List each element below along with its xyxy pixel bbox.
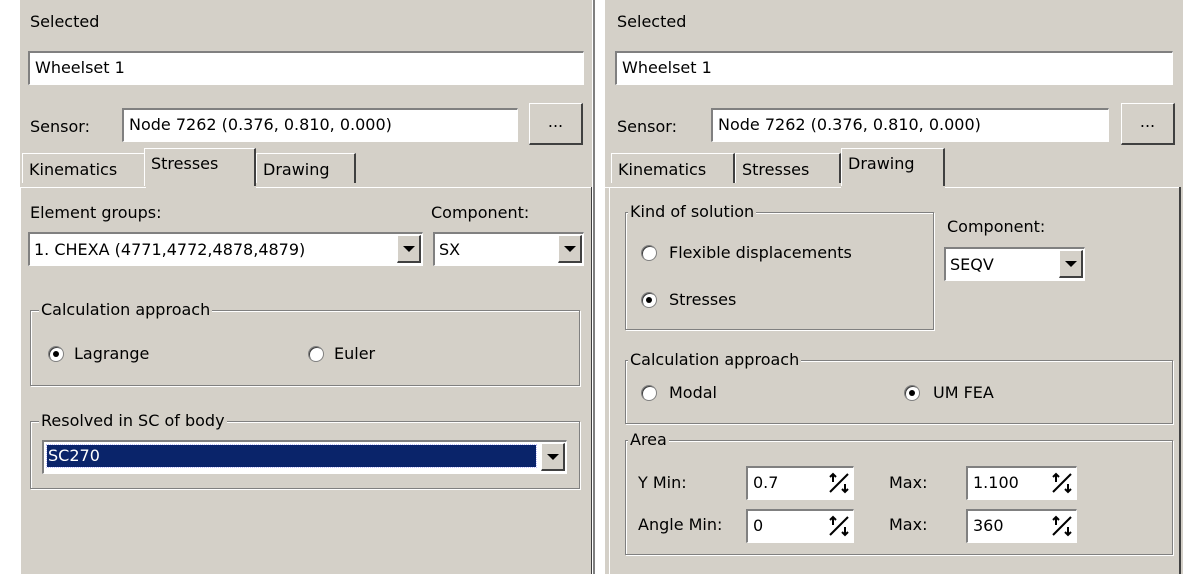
spin-updown-icon[interactable]: [827, 471, 851, 495]
tab-stresses-label: Stresses: [151, 154, 219, 173]
calculation-approach-title: Calculation approach: [39, 300, 213, 320]
um-fea-label[interactable]: UM FEA: [933, 383, 994, 403]
right-panel: Selected Wheelset 1 Sensor: Node 7262 (0…: [605, 0, 1183, 574]
calculation-approach-group: Calculation approach Lagrange Euler: [30, 300, 580, 386]
flexible-displacements-radio[interactable]: [641, 245, 657, 261]
flexible-displacements-label[interactable]: Flexible displacements: [669, 243, 852, 263]
tab-stresses[interactable]: Stresses: [735, 153, 841, 183]
y-max-value: 1.100: [973, 473, 1019, 492]
resolved-in-sc-value: SC270: [46, 444, 537, 468]
element-groups-select[interactable]: 1. CHEXA (4771,4772,4878,4879): [28, 232, 423, 266]
component-select[interactable]: SEQV: [944, 247, 1085, 281]
spin-updown-icon[interactable]: [827, 514, 851, 538]
resolved-in-sc-group: Resolved in SC of body SC270: [30, 411, 580, 489]
stresses-radio[interactable]: [641, 292, 657, 308]
area-title: Area: [628, 430, 669, 450]
component-value: SEQV: [950, 255, 994, 274]
euler-radio[interactable]: [308, 346, 324, 362]
modal-label[interactable]: Modal: [669, 383, 717, 403]
sensor-field[interactable]: Node 7262 (0.376, 0.810, 0.000): [122, 108, 518, 142]
sensor-label: Sensor:: [30, 117, 90, 136]
component-value: SX: [439, 240, 461, 259]
y-min-value: 0.7: [753, 473, 779, 492]
left-panel: Selected Wheelset 1 Sensor: Node 7262 (0…: [20, 0, 595, 574]
tab-drawing-label: Drawing: [848, 154, 915, 173]
lagrange-radio[interactable]: [48, 346, 64, 362]
y-min-label: Y Min:: [638, 473, 687, 492]
selected-label: Selected: [30, 12, 100, 31]
sensor-label: Sensor:: [617, 117, 677, 136]
component-label: Component:: [431, 203, 530, 222]
chevron-down-icon[interactable]: [1059, 250, 1083, 278]
angle-max-label: Max:: [889, 515, 928, 534]
calculation-approach-group: Calculation approach Modal UM FEA: [625, 350, 1173, 424]
area-group: Area Y Min: 0.7 Max: 1.100 Angle Min: 0: [625, 430, 1173, 555]
lagrange-label[interactable]: Lagrange: [74, 344, 149, 364]
resolved-in-sc-title: Resolved in SC of body: [39, 411, 227, 431]
tab-kinematics-label: Kinematics: [29, 160, 118, 179]
angle-min-field[interactable]: 0: [746, 509, 854, 543]
y-max-label: Max:: [889, 473, 928, 492]
resolved-in-sc-select[interactable]: SC270: [42, 440, 567, 474]
tab-drawing-label: Drawing: [263, 160, 330, 179]
sensor-field[interactable]: Node 7262 (0.376, 0.810, 0.000): [711, 108, 1109, 142]
chevron-down-icon[interactable]: [397, 235, 421, 263]
tab-kinematics-label: Kinematics: [618, 160, 707, 179]
tab-stresses[interactable]: Stresses: [144, 148, 256, 186]
element-groups-value: 1. CHEXA (4771,4772,4878,4879): [34, 240, 306, 259]
component-select[interactable]: SX: [433, 232, 584, 266]
euler-label[interactable]: Euler: [334, 344, 375, 364]
kind-of-solution-title: Kind of solution: [628, 202, 757, 222]
selected-field[interactable]: Wheelset 1: [28, 51, 584, 85]
kind-of-solution-group: Kind of solution Flexible displacements …: [625, 202, 934, 330]
tab-kinematics[interactable]: Kinematics: [22, 153, 146, 183]
stresses-label[interactable]: Stresses: [669, 290, 736, 310]
y-min-field[interactable]: 0.7: [746, 466, 854, 500]
tab-stresses-label: Stresses: [742, 160, 810, 179]
angle-min-label: Angle Min:: [638, 515, 723, 534]
modal-radio[interactable]: [641, 385, 657, 401]
calculation-approach-title: Calculation approach: [628, 350, 802, 370]
component-label: Component:: [947, 217, 1046, 236]
um-fea-radio[interactable]: [904, 385, 920, 401]
selected-label: Selected: [617, 12, 687, 31]
tab-drawing[interactable]: Drawing: [841, 148, 945, 186]
spin-updown-icon[interactable]: [1050, 514, 1074, 538]
sensor-browse-button[interactable]: ...: [529, 103, 583, 145]
spin-updown-icon[interactable]: [1050, 471, 1074, 495]
tab-kinematics[interactable]: Kinematics: [611, 153, 735, 183]
sensor-browse-button[interactable]: ...: [1121, 103, 1175, 145]
element-groups-label: Element groups:: [30, 203, 162, 222]
angle-max-value: 360: [973, 516, 1004, 535]
angle-max-field[interactable]: 360: [966, 509, 1077, 543]
chevron-down-icon[interactable]: [558, 235, 582, 263]
angle-min-value: 0: [753, 516, 764, 535]
selected-field[interactable]: Wheelset 1: [615, 51, 1173, 85]
y-max-field[interactable]: 1.100: [966, 466, 1077, 500]
tab-drawing[interactable]: Drawing: [256, 153, 356, 183]
chevron-down-icon[interactable]: [541, 443, 565, 471]
